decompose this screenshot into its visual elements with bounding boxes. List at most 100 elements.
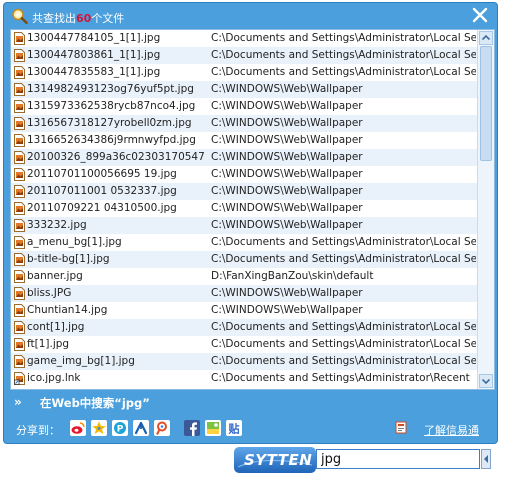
result-row[interactable]: 1316652634386j9rmnwyfpd.jpg C:\WINDOWS\We… — [11, 132, 478, 149]
chevron-up-icon — [481, 34, 491, 41]
facebook-icon[interactable] — [184, 420, 200, 436]
kaixin-icon[interactable] — [205, 420, 221, 436]
file-name: 20100326_899a36c02303170547... — [27, 151, 205, 163]
title-bar: 共查找出60个文件 — [4, 3, 497, 29]
image-file-icon — [14, 304, 25, 317]
search-magnifier-icon — [12, 8, 28, 24]
web-search-label: 在Web中搜索“jpg” — [40, 396, 150, 410]
image-file-icon — [14, 168, 25, 181]
result-count: 60 — [76, 12, 92, 25]
result-row[interactable]: 20110709221 04310500.jpg C:\WINDOWS\Web\W… — [11, 200, 478, 217]
title-prefix: 共查找出 — [32, 12, 76, 25]
file-name: game_img_bg[1].jpg — [27, 355, 135, 367]
sina-weibo-icon[interactable] — [70, 420, 86, 436]
result-row[interactable]: bliss.JPG C:\WINDOWS\Web\Wallpaper — [11, 285, 478, 302]
close-icon[interactable] — [472, 7, 488, 23]
file-name: 1316652634386j9rmnwyfpd.jpg — [27, 134, 196, 146]
double-chevron-icon: » — [14, 395, 22, 409]
result-row[interactable]: 1315973362538rycb87nco4.jpg C:\WINDOWS\We… — [11, 98, 478, 115]
image-file-icon — [14, 49, 25, 62]
share-bar: 分享到： P 贴 了解信易通 — [10, 417, 493, 439]
image-file-icon — [14, 270, 25, 283]
result-count-title: 共查找出60个文件 — [32, 10, 124, 26]
results-list[interactable]: 1300447784105_1[1].jpg C:\Documents and S… — [10, 29, 495, 390]
file-name: 1314982493123og76yuf5pt.jpg — [27, 83, 194, 95]
result-row[interactable]: 333232.jpg C:\WINDOWS\Web\Wallpaper — [11, 217, 478, 234]
search-dropdown-button[interactable] — [481, 449, 491, 469]
file-name: ft[1].jpg — [27, 338, 70, 350]
results-rows: 1300447784105_1[1].jpg C:\Documents and S… — [11, 30, 478, 387]
image-file-icon — [14, 100, 25, 113]
file-name: 1300447835583_1[1].jpg — [27, 66, 161, 78]
result-row[interactable]: ico.jpg.lnk C:\Documents and Settings\Adm… — [11, 370, 478, 387]
file-name: 1300447803861_1[1].jpg — [27, 49, 161, 61]
result-row[interactable]: b-title-bg[1].jpg C:\Documents and Settin… — [11, 251, 478, 268]
file-name: 20110709221 04310500.jpg — [27, 202, 177, 214]
result-row[interactable]: 20110701100056695 19.jpg C:\WINDOWS\Web\W… — [11, 166, 478, 183]
renren-icon[interactable] — [133, 420, 149, 436]
file-name: cont[1].jpg — [27, 321, 85, 333]
image-file-icon — [14, 185, 25, 198]
logo-text: SYTTEN — [244, 451, 313, 469]
image-file-icon — [14, 219, 25, 232]
result-row[interactable]: 1300447835583_1[1].jpg C:\Documents and S… — [11, 64, 478, 81]
result-row[interactable]: 20100326_899a36c02303170547... C:\WINDOWS… — [11, 149, 478, 166]
file-path: C:\WINDOWS\Web\Wallpaper — [211, 83, 363, 95]
image-file-icon — [14, 355, 25, 368]
scroll-thumb[interactable] — [480, 46, 492, 161]
file-path: C:\Documents and Settings\Administrator\… — [211, 338, 476, 350]
result-row[interactable]: Chuntian14.jpg C:\WINDOWS\Web\Wallpaper — [11, 302, 478, 319]
svg-text:贴: 贴 — [228, 422, 240, 436]
result-row[interactable]: game_img_bg[1].jpg C:\Documents and Setti… — [11, 353, 478, 370]
file-path: C:\WINDOWS\Web\Wallpaper — [211, 287, 363, 299]
scroll-down-button[interactable] — [479, 374, 493, 388]
file-path: C:\WINDOWS\Web\Wallpaper — [211, 100, 363, 112]
file-path: C:\Documents and Settings\Administrator\… — [211, 49, 476, 61]
result-row[interactable]: 1314982493123og76yuf5pt.jpg C:\WINDOWS\We… — [11, 81, 478, 98]
search-toolbar: SYTTEN — [234, 447, 496, 473]
svg-text:P: P — [117, 425, 124, 435]
result-row[interactable]: 1316567318127yrobell0zm.jpg C:\WINDOWS\We… — [11, 115, 478, 132]
file-path: C:\WINDOWS\Web\Wallpaper — [211, 202, 363, 214]
image-file-icon — [14, 321, 25, 334]
scroll-up-button[interactable] — [479, 31, 493, 45]
file-name: a_menu_bg[1].jpg — [27, 236, 122, 248]
result-row[interactable]: cont[1].jpg C:\Documents and Settings\Adm… — [11, 319, 478, 336]
baidu-tieba-icon[interactable]: 贴 — [226, 420, 242, 436]
chevron-down-icon — [481, 378, 491, 385]
image-file-icon — [14, 236, 25, 249]
file-name: 201107011001 0532337.jpg — [27, 185, 177, 197]
image-file-icon — [14, 287, 25, 300]
tencent-weibo-icon[interactable] — [154, 420, 170, 436]
result-row[interactable]: 1300447784105_1[1].jpg C:\Documents and S… — [11, 30, 478, 47]
file-path: C:\WINDOWS\Web\Wallpaper — [211, 134, 363, 146]
image-file-icon — [14, 134, 25, 147]
search-results-panel: 共查找出60个文件 1300447784105_1[1].jpg C:\Docum… — [3, 2, 498, 444]
result-row[interactable]: a_menu_bg[1].jpg C:\Documents and Setting… — [11, 234, 478, 251]
file-name: ico.jpg.lnk — [27, 372, 81, 384]
file-path: C:\Documents and Settings\Administrator\… — [211, 66, 476, 78]
image-file-icon — [14, 83, 25, 96]
search-input[interactable] — [316, 449, 480, 469]
image-file-icon — [14, 151, 25, 164]
result-row[interactable]: 1300447803861_1[1].jpg C:\Documents and S… — [11, 47, 478, 64]
web-search-link[interactable]: » 在Web中搜索“jpg” — [10, 392, 493, 412]
penguin-icon[interactable]: P — [112, 420, 128, 436]
file-path: C:\Documents and Settings\Administrator\… — [211, 372, 470, 384]
file-path: C:\WINDOWS\Web\Wallpaper — [211, 168, 363, 180]
result-row[interactable]: ft[1].jpg C:\Documents and Settings\Admin… — [11, 336, 478, 353]
vertical-scrollbar[interactable] — [477, 30, 494, 389]
shortcut-file-icon — [14, 372, 25, 385]
file-name: 1316567318127yrobell0zm.jpg — [27, 117, 192, 129]
about-xinyitong-link[interactable]: 了解信易通 — [424, 422, 479, 438]
info-book-icon — [395, 421, 407, 434]
title-suffix: 个文件 — [91, 12, 125, 25]
file-path: C:\Documents and Settings\Administrator\… — [211, 236, 476, 248]
file-name: bliss.JPG — [27, 287, 72, 299]
caret-left-icon — [484, 455, 488, 463]
image-file-icon — [14, 338, 25, 351]
result-row[interactable]: banner.jpg D:\FanXingBanZou\skin\default — [11, 268, 478, 285]
result-row[interactable]: 201107011001 0532337.jpg C:\WINDOWS\Web\W… — [11, 183, 478, 200]
qzone-icon[interactable] — [91, 420, 107, 436]
file-name: 333232.jpg — [27, 219, 87, 231]
